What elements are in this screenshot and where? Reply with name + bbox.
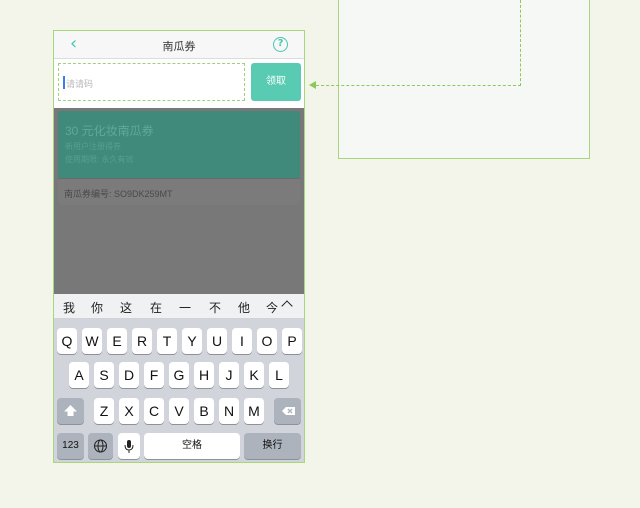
- numbers-key[interactable]: 123: [57, 433, 84, 459]
- candidate-word[interactable]: 不: [209, 299, 221, 316]
- coupon-code: 南瓜券编号: SO9DK259MT: [64, 189, 173, 199]
- annotation-connector-vertical: [520, 0, 521, 86]
- dictation-key[interactable]: [118, 433, 140, 459]
- annotation-box: [338, 0, 590, 159]
- candidate-word[interactable]: 这: [120, 299, 132, 316]
- return-key[interactable]: 换行: [244, 433, 301, 459]
- text-caret: [63, 76, 65, 89]
- key-i[interactable]: I: [232, 328, 252, 354]
- globe-icon: [94, 439, 107, 453]
- key-f[interactable]: F: [144, 362, 164, 388]
- phone-screen: ‹ 南瓜券 ? 请请码 领取 30 元化妆南瓜券 新用户注册得券 使用期限: 永…: [53, 30, 305, 463]
- page-title: 南瓜券: [162, 41, 196, 53]
- key-n[interactable]: N: [219, 398, 239, 424]
- key-j[interactable]: J: [219, 362, 239, 388]
- coupon-title: 30 元化妆南瓜券: [65, 124, 154, 138]
- key-t[interactable]: T: [157, 328, 177, 354]
- key-l[interactable]: L: [269, 362, 289, 388]
- claim-button[interactable]: 领取: [251, 63, 301, 101]
- microphone-icon: [124, 440, 134, 453]
- candidate-word[interactable]: 今: [266, 299, 278, 316]
- globe-key[interactable]: [88, 433, 113, 459]
- key-p[interactable]: P: [282, 328, 302, 354]
- key-b[interactable]: B: [194, 398, 214, 424]
- coupon-footer: 南瓜券编号: SO9DK259MT: [58, 178, 300, 205]
- key-d[interactable]: D: [119, 362, 139, 388]
- candidate-word[interactable]: 我: [63, 299, 75, 316]
- coupon-card[interactable]: 30 元化妆南瓜券 新用户注册得券 使用期限: 永久有效 南瓜券编号: SO9D…: [58, 111, 300, 205]
- key-u[interactable]: U: [207, 328, 227, 354]
- backspace-icon: [282, 407, 295, 415]
- candidate-word[interactable]: 你: [91, 299, 103, 316]
- space-key[interactable]: 空格: [144, 433, 240, 459]
- coupon-validity: 使用期限: 永久有效: [65, 155, 134, 164]
- candidate-bar: 我 你 这 在 一 不 他 今: [54, 294, 304, 319]
- key-m[interactable]: M: [244, 398, 264, 424]
- annotation-connector-horizontal: [316, 85, 521, 86]
- help-icon[interactable]: ?: [273, 37, 288, 52]
- key-c[interactable]: C: [144, 398, 164, 424]
- shift-icon: [64, 405, 77, 416]
- key-a[interactable]: A: [69, 362, 89, 388]
- key-x[interactable]: X: [119, 398, 139, 424]
- key-y[interactable]: Y: [182, 328, 202, 354]
- candidate-word[interactable]: 他: [238, 299, 250, 316]
- chevron-up-icon[interactable]: [281, 300, 293, 312]
- key-o[interactable]: O: [257, 328, 277, 354]
- candidate-word[interactable]: 在: [150, 299, 162, 316]
- annotation-arrow-icon: [309, 81, 316, 89]
- key-q[interactable]: Q: [57, 328, 77, 354]
- coupon-condition: 新用户注册得券: [65, 142, 121, 151]
- key-z[interactable]: Z: [94, 398, 114, 424]
- key-w[interactable]: W: [82, 328, 102, 354]
- key-r[interactable]: R: [132, 328, 152, 354]
- key-g[interactable]: G: [169, 362, 189, 388]
- redeem-code-input[interactable]: 请请码: [58, 63, 245, 101]
- dimmed-content: 30 元化妆南瓜券 新用户注册得券 使用期限: 永久有效 南瓜券编号: SO9D…: [54, 108, 304, 294]
- coupon-header: 30 元化妆南瓜券 新用户注册得券 使用期限: 永久有效: [58, 111, 300, 178]
- candidate-word[interactable]: 一: [179, 299, 191, 316]
- key-h[interactable]: H: [194, 362, 214, 388]
- navigation-bar: ‹ 南瓜券 ?: [54, 31, 304, 59]
- delete-key[interactable]: [274, 398, 301, 424]
- key-e[interactable]: E: [107, 328, 127, 354]
- key-s[interactable]: S: [94, 362, 114, 388]
- keyboard: Q W E R T Y U I O P A S D F G H J K L Z …: [54, 319, 304, 462]
- redeem-row: 请请码 领取: [54, 60, 304, 108]
- key-v[interactable]: V: [169, 398, 189, 424]
- key-k[interactable]: K: [244, 362, 264, 388]
- input-placeholder: 请请码: [66, 79, 94, 89]
- shift-key[interactable]: [57, 398, 84, 424]
